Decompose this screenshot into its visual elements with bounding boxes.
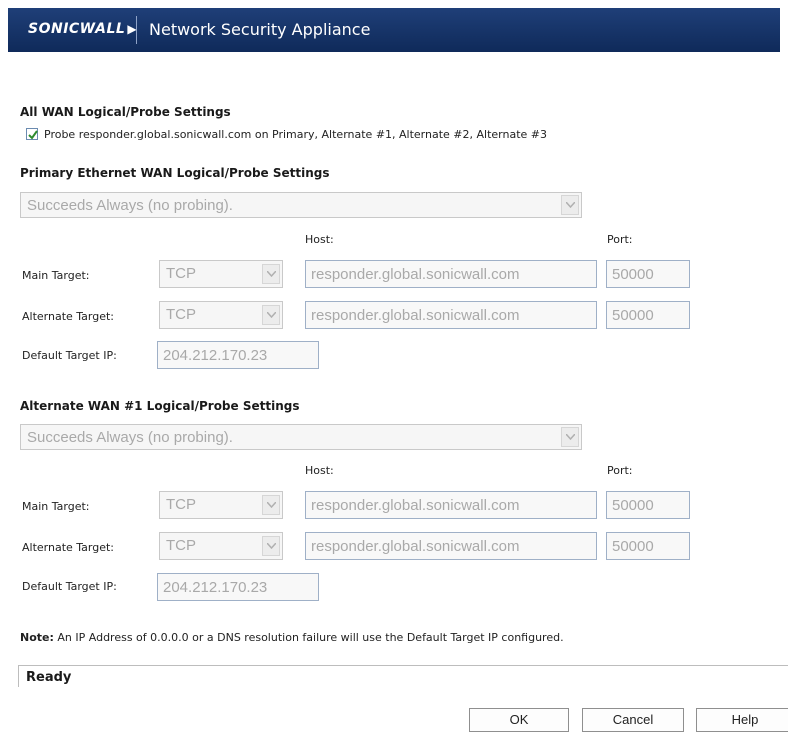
header-title: Network Security Appliance [149, 20, 371, 39]
alternate1-alt-protocol-select[interactable]: TCP [159, 532, 283, 560]
app-header: SONICWALL ▶ Network Security Appliance [8, 8, 780, 52]
check-icon [28, 130, 38, 140]
sonicwall-logo: SONICWALL ▶ [28, 21, 138, 37]
chevron-down-icon [566, 202, 575, 208]
alternate1-alt-port-input[interactable]: 50000 [606, 532, 690, 560]
chevron-down-icon [267, 312, 276, 318]
primary-default-ip-input[interactable]: 204.212.170.23 [157, 341, 319, 369]
chevron-down-icon [267, 271, 276, 277]
primary-host-header: Host: [305, 233, 334, 246]
chevron-down-icon [267, 543, 276, 549]
alternate1-main-host-input[interactable]: responder.global.sonicwall.com [305, 491, 597, 519]
primary-section-title: Primary Ethernet WAN Logical/Probe Setti… [20, 166, 330, 180]
ok-button[interactable]: OK [469, 708, 569, 732]
probe-checkbox-row[interactable]: Probe responder.global.sonicwall.com on … [26, 126, 547, 142]
alternate1-main-protocol-select[interactable]: TCP [159, 491, 283, 519]
all-wan-section-title: All WAN Logical/Probe Settings [20, 105, 231, 119]
help-button[interactable]: Help [696, 708, 788, 732]
primary-alt-host-input[interactable]: responder.global.sonicwall.com [305, 301, 597, 329]
alternate1-main-target-label: Main Target: [22, 500, 90, 513]
primary-main-host-input[interactable]: responder.global.sonicwall.com [305, 260, 597, 288]
primary-main-target-label: Main Target: [22, 269, 90, 282]
primary-probe-mode-select[interactable]: Succeeds Always (no probing). [20, 192, 582, 218]
primary-alt-protocol-select[interactable]: TCP [159, 301, 283, 329]
primary-main-port-input[interactable]: 50000 [606, 260, 690, 288]
primary-main-protocol-select[interactable]: TCP [159, 260, 283, 288]
status-bar: Ready [18, 665, 788, 687]
alternate1-alt-target-label: Alternate Target: [22, 541, 115, 554]
status-text: Ready [26, 670, 72, 685]
note-prefix: Note: [20, 631, 54, 644]
alternate1-default-ip-label: Default Target IP: [22, 580, 117, 593]
alternate1-alt-host-input[interactable]: responder.global.sonicwall.com [305, 532, 597, 560]
primary-default-ip-label: Default Target IP: [22, 349, 117, 362]
primary-port-header: Port: [607, 233, 633, 246]
alternate1-probe-mode-select[interactable]: Succeeds Always (no probing). [20, 424, 582, 450]
alternate1-port-header: Port: [607, 464, 633, 477]
chevron-down-icon [267, 502, 276, 508]
probe-checkbox[interactable] [26, 128, 38, 140]
alternate1-host-header: Host: [305, 464, 334, 477]
primary-alt-target-label: Alternate Target: [22, 310, 115, 323]
alternate1-section-title: Alternate WAN #1 Logical/Probe Settings [20, 399, 300, 413]
note-text: Note: An IP Address of 0.0.0.0 or a DNS … [20, 631, 564, 644]
alternate1-main-port-input[interactable]: 50000 [606, 491, 690, 519]
primary-alt-port-input[interactable]: 50000 [606, 301, 690, 329]
note-body: An IP Address of 0.0.0.0 or a DNS resolu… [53, 631, 564, 644]
alternate1-default-ip-input[interactable]: 204.212.170.23 [157, 573, 319, 601]
header-divider [136, 16, 137, 44]
cancel-button[interactable]: Cancel [582, 708, 684, 732]
chevron-down-icon [566, 434, 575, 440]
probe-checkbox-label: Probe responder.global.sonicwall.com on … [44, 127, 548, 141]
